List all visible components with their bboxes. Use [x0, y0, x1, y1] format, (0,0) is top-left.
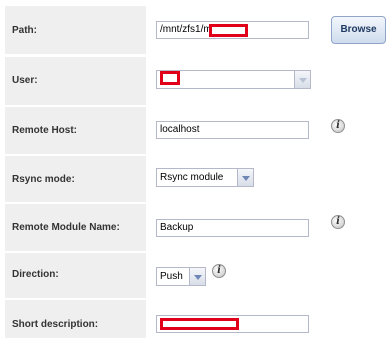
short-description-redaction: [160, 318, 239, 330]
rsync-mode-value: Rsync module: [160, 172, 224, 183]
row-remote-module-name: Remote Module Name: Backup i: [5, 204, 386, 251]
path-label: Path:: [12, 25, 37, 36]
chevron-down-icon[interactable]: [237, 168, 254, 187]
info-icon[interactable]: i: [212, 264, 226, 278]
remote-module-name-input[interactable]: Backup: [156, 219, 309, 237]
remote-host-input[interactable]: localhost: [156, 121, 309, 139]
info-icon[interactable]: i: [331, 119, 345, 133]
value-cell-remote-module-name: Backup i: [149, 204, 386, 251]
value-cell-user: [149, 57, 386, 105]
label-cell-short-description: Short description:: [5, 300, 146, 338]
direction-select[interactable]: Push: [156, 267, 206, 286]
info-icon[interactable]: i: [331, 215, 345, 229]
chevron-down-icon[interactable]: [189, 267, 206, 286]
user-label: User:: [12, 75, 38, 86]
rsync-mode-label: Rsync mode:: [12, 174, 75, 185]
path-value: /mnt/zfs1/m: [160, 24, 212, 35]
short-description-label: Short description:: [12, 319, 99, 330]
row-path: Path: /mnt/zfs1/m: [5, 6, 386, 54]
label-cell-user: User:: [5, 57, 146, 105]
row-user: User:: [5, 57, 386, 105]
direction-value: Push: [160, 271, 183, 282]
path-redaction: [209, 24, 248, 37]
row-direction: Direction: Push i: [5, 253, 386, 298]
value-cell-rsync-mode: Rsync module: [149, 156, 386, 202]
rsync-task-form: Path: /mnt/zfs1/m Browse User: Remote Ho…: [0, 0, 392, 339]
browse-button[interactable]: Browse: [331, 16, 386, 44]
chevron-down-icon[interactable]: [294, 70, 311, 89]
direction-label: Direction:: [12, 269, 59, 280]
user-redaction: [160, 71, 180, 85]
value-cell-direction: Push i: [149, 253, 386, 298]
label-cell-remote-host: Remote Host:: [5, 107, 146, 154]
label-cell-remote-module-name: Remote Module Name:: [5, 204, 146, 251]
value-cell-remote-host: localhost i: [149, 107, 386, 154]
remote-host-value: localhost: [160, 124, 200, 135]
remote-host-label: Remote Host:: [12, 125, 78, 136]
label-cell-direction: Direction:: [5, 253, 146, 298]
label-cell-rsync-mode: Rsync mode:: [5, 156, 146, 202]
row-rsync-mode: Rsync mode: Rsync module: [5, 156, 386, 202]
remote-module-name-label: Remote Module Name:: [12, 222, 120, 233]
row-remote-host: Remote Host: localhost i: [5, 107, 386, 154]
label-cell-path: Path:: [5, 6, 146, 54]
rsync-mode-select[interactable]: Rsync module: [156, 168, 254, 187]
remote-module-name-value: Backup: [160, 222, 194, 233]
